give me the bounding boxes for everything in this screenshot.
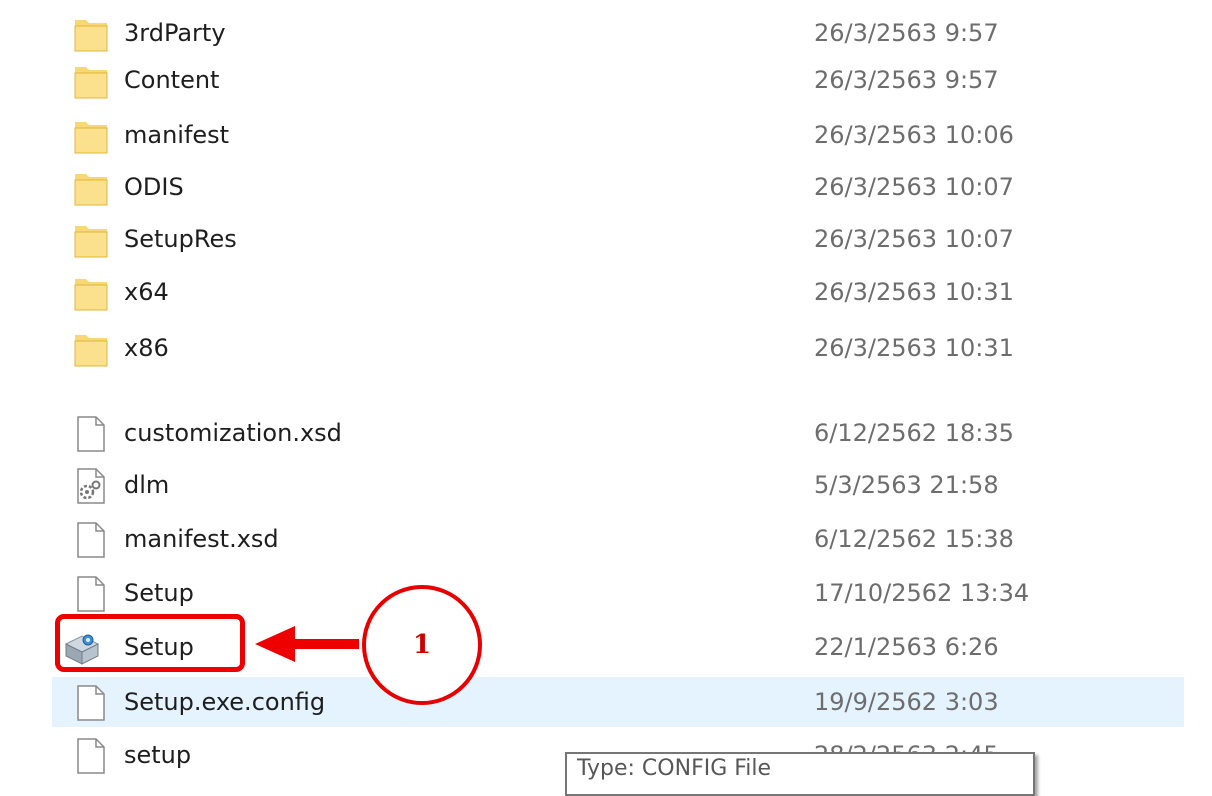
step-number: 1 xyxy=(412,630,432,660)
file-name: Setup.exe.config xyxy=(124,688,326,716)
file-name: manifest.xsd xyxy=(124,525,279,553)
tooltip-text: Type: CONFIG File xyxy=(577,756,772,781)
file-date: 17/10/2562 13:34 xyxy=(814,579,1030,607)
file-row-dlm[interactable]: dlm 5/3/2563 21:58 xyxy=(52,460,1184,510)
file-row-customization-xsd[interactable]: customization.xsd 6/12/2562 18:35 xyxy=(52,408,1184,458)
file-date: 19/9/2562 3:03 xyxy=(814,688,999,716)
file-name: ODIS xyxy=(124,173,184,201)
file-row-setup-file[interactable]: Setup 17/10/2562 13:34 xyxy=(52,568,1184,618)
folder-icon xyxy=(74,63,108,99)
file-date: 26/3/2563 10:07 xyxy=(814,225,1014,253)
file-icon xyxy=(74,738,108,774)
file-row-setupres[interactable]: SetupRes 26/3/2563 10:07 xyxy=(52,214,1184,264)
folder-icon xyxy=(74,16,108,52)
file-row-setup-exe-config[interactable]: Setup.exe.config 19/9/2562 3:03 xyxy=(52,677,1184,727)
file-name: manifest xyxy=(124,121,230,149)
file-name: x86 xyxy=(124,334,169,362)
file-row-content[interactable]: Content 26/3/2563 9:57 xyxy=(52,55,1184,105)
file-row-x64[interactable]: x64 26/3/2563 10:31 xyxy=(52,267,1184,317)
folder-icon xyxy=(74,275,108,311)
file-date: 5/3/2563 21:58 xyxy=(814,471,999,499)
file-icon xyxy=(74,576,108,612)
file-name: 3rdParty xyxy=(124,19,226,47)
file-date: 26/3/2563 10:31 xyxy=(814,278,1014,306)
file-name: customization.xsd xyxy=(124,419,342,447)
folder-icon xyxy=(74,170,108,206)
file-icon xyxy=(74,522,108,558)
file-row-manifest-xsd[interactable]: manifest.xsd 6/12/2562 15:38 xyxy=(52,514,1184,564)
file-date: 26/3/2563 10:06 xyxy=(814,121,1014,149)
file-date: 6/12/2562 15:38 xyxy=(814,525,1014,553)
folder-icon xyxy=(74,331,108,367)
file-name: x64 xyxy=(124,278,169,306)
file-date: 6/12/2562 18:35 xyxy=(814,419,1014,447)
file-row-odis[interactable]: ODIS 26/3/2563 10:07 xyxy=(52,162,1184,212)
file-name: dlm xyxy=(124,471,170,499)
folder-icon xyxy=(74,222,108,258)
file-date: 22/1/2563 6:26 xyxy=(814,633,999,661)
file-row-manifest-folder[interactable]: manifest 26/3/2563 10:06 xyxy=(52,110,1184,160)
step-marker: 1 xyxy=(362,585,482,705)
file-date: 26/3/2563 9:57 xyxy=(814,19,999,47)
settings-file-icon xyxy=(74,468,108,504)
file-row-x86[interactable]: x86 26/3/2563 10:31 xyxy=(52,323,1184,373)
file-type-tooltip: Type: CONFIG File xyxy=(565,752,1035,796)
file-icon xyxy=(74,685,108,721)
file-row-3rdparty[interactable]: 3rdParty 26/3/2563 9:57 xyxy=(52,8,1184,58)
file-icon xyxy=(74,416,108,452)
file-name: Content xyxy=(124,66,220,94)
pointer-arrow-icon xyxy=(255,622,365,666)
file-name: setup xyxy=(124,741,192,769)
file-name: SetupRes xyxy=(124,225,237,253)
file-date: 26/3/2563 9:57 xyxy=(814,66,999,94)
folder-icon xyxy=(74,118,108,154)
file-date: 26/3/2563 10:07 xyxy=(814,173,1014,201)
file-name: Setup xyxy=(124,579,194,607)
file-date: 26/3/2563 10:31 xyxy=(814,334,1014,362)
highlight-box xyxy=(55,614,245,672)
